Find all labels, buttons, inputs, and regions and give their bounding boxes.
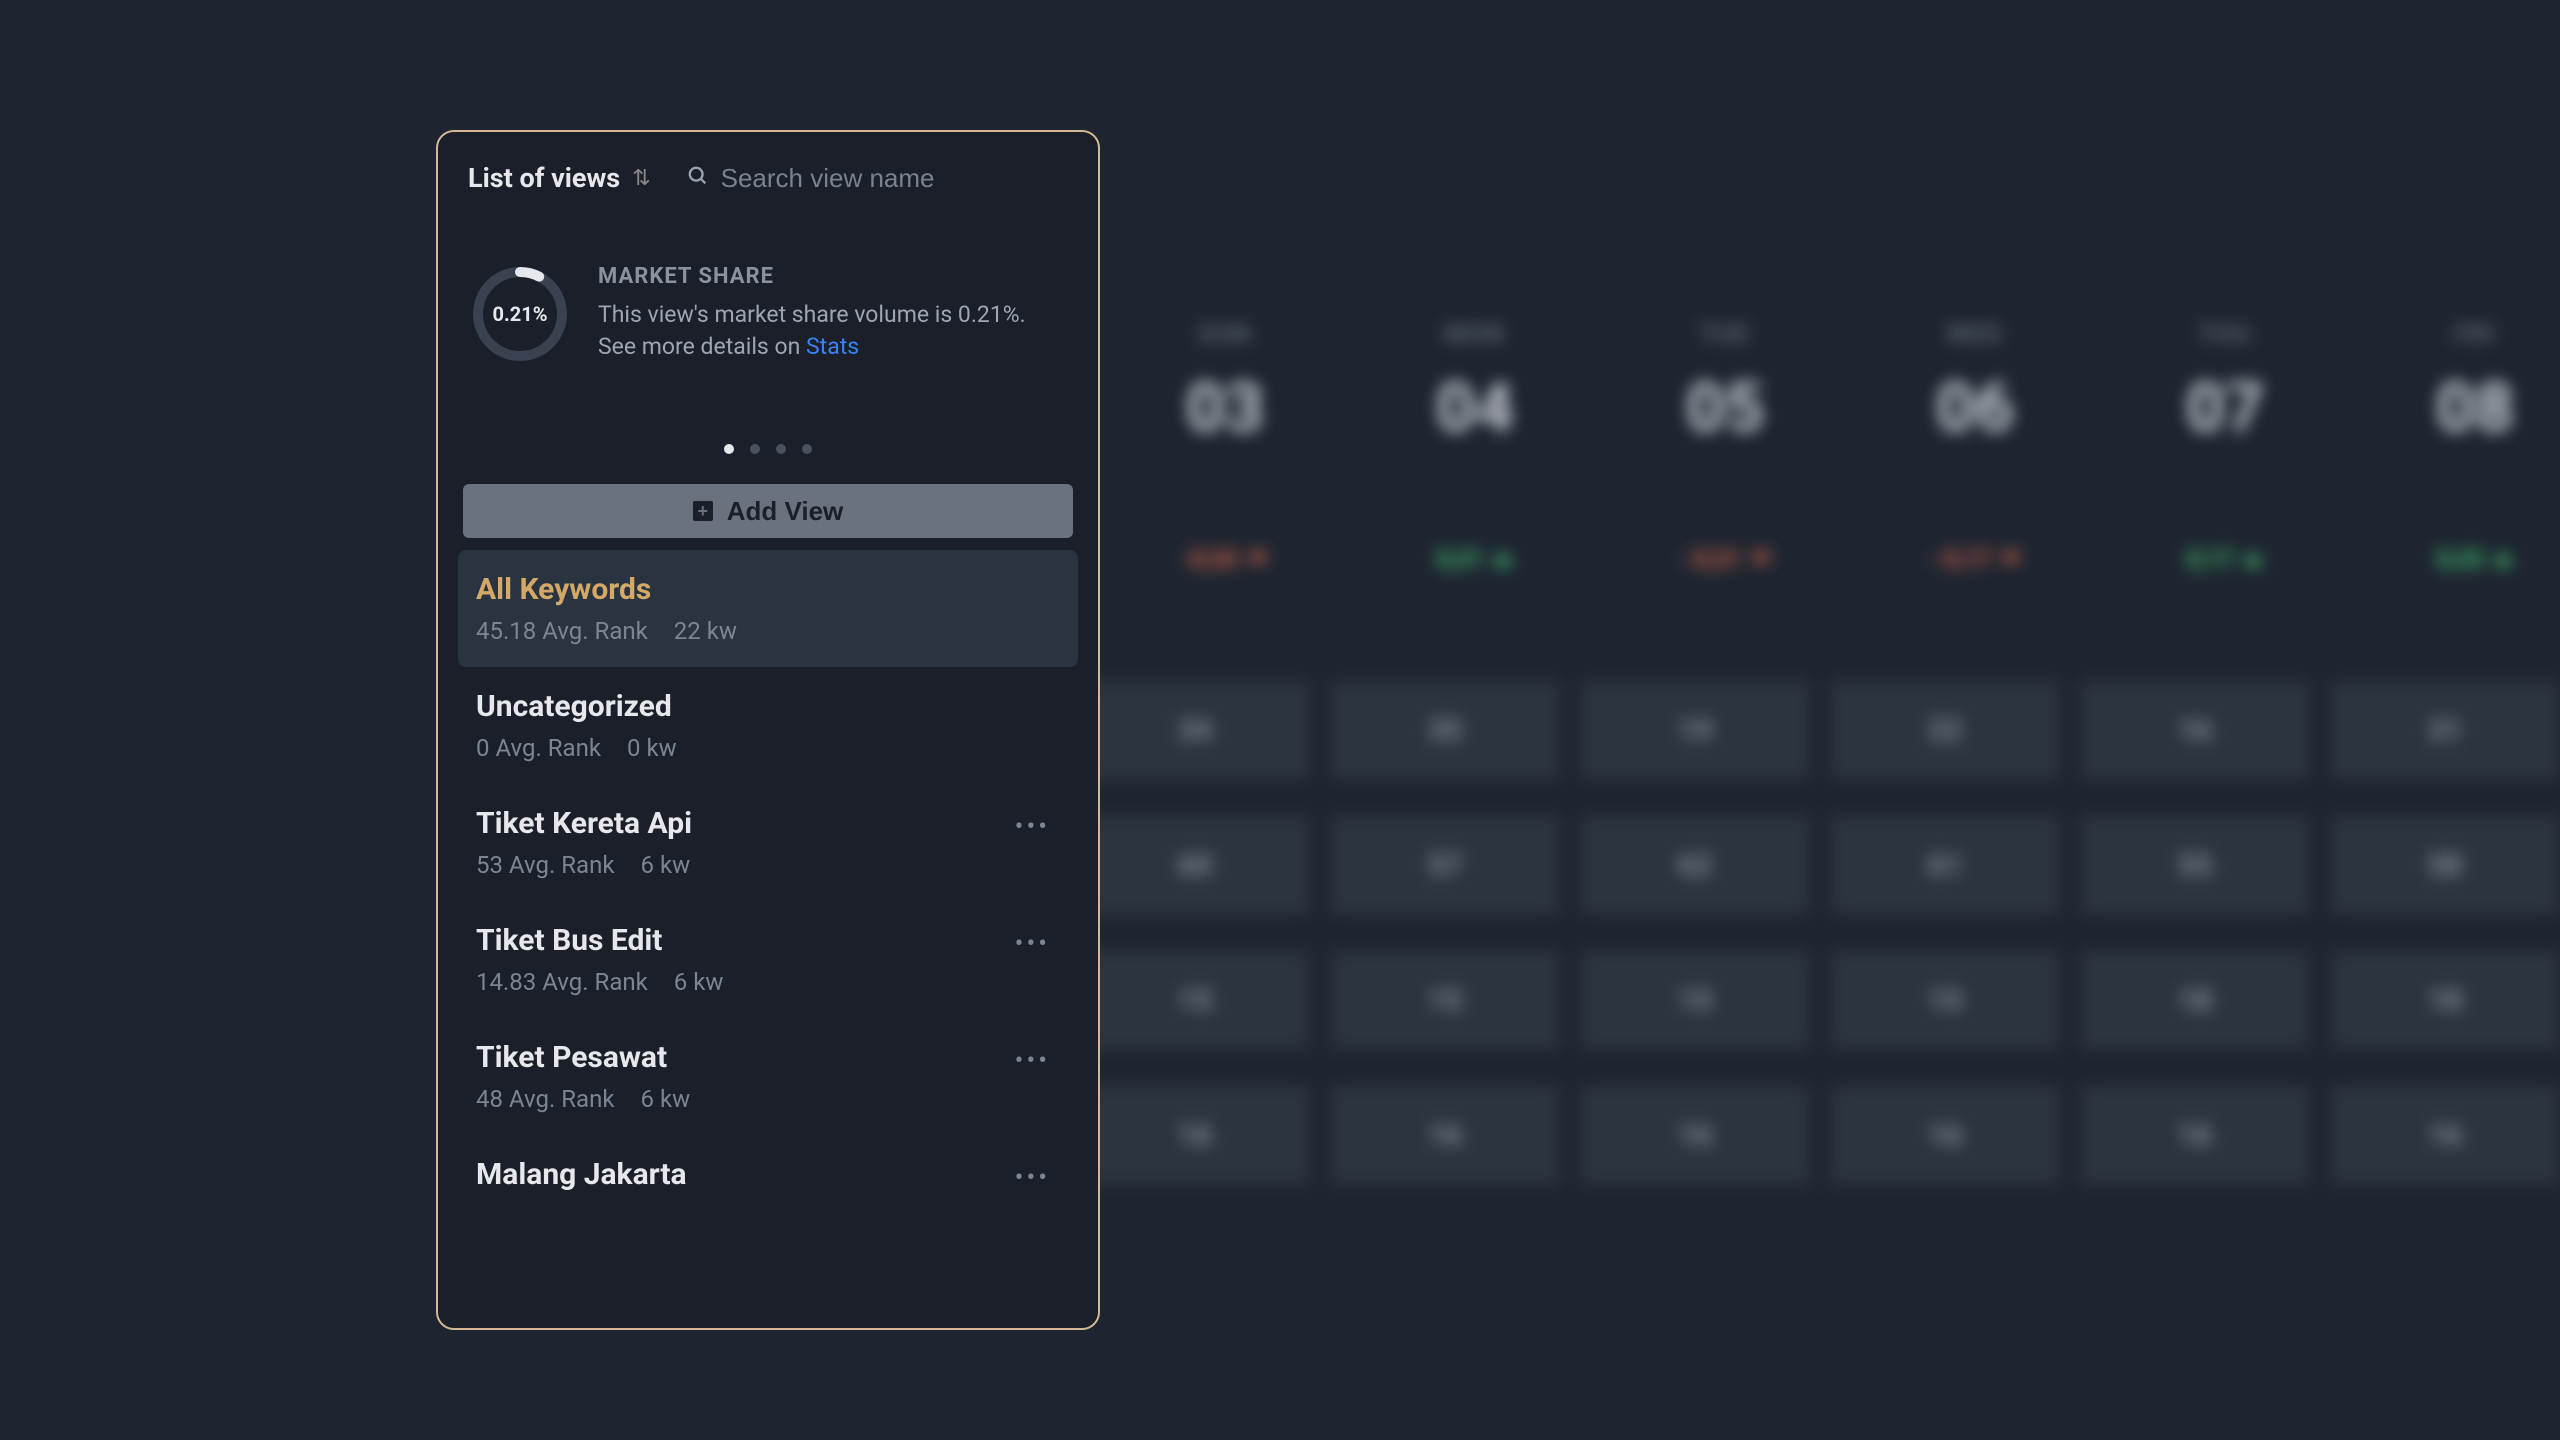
market-share-title: MARKET SHARE — [598, 264, 1066, 289]
stats-link[interactable]: Stats — [806, 333, 859, 360]
calendar-day: MON04 — [1350, 320, 1600, 448]
view-item[interactable]: Tiket Pesawat 48 Avg. Rank6 kw ••• — [458, 1018, 1078, 1135]
calendar-cell[interactable]: 18 — [2330, 950, 2560, 1050]
view-item[interactable]: All Keywords 45.18 Avg. Rank22 kw — [458, 550, 1078, 667]
carousel-dot[interactable] — [750, 444, 760, 454]
calendar-cell[interactable]: 22 — [1830, 680, 2060, 780]
calendar-cell[interactable]: 62 — [1580, 815, 1810, 915]
market-share-value: 0.21% — [492, 302, 547, 326]
calendar-background: SUN03MON04TUE05WED06THU07FRI08 -0,330,21… — [0, 0, 2560, 1440]
calendar-cell[interactable]: 55 — [2080, 815, 2310, 915]
view-meta: 48 Avg. Rank6 kw — [476, 1085, 1060, 1113]
calendar-cell[interactable]: 19 — [1580, 680, 1810, 780]
kebab-icon[interactable]: ••• — [1015, 812, 1050, 842]
arrow-down-icon — [2001, 553, 2021, 565]
trend-cell: 0,21 — [1350, 545, 1600, 573]
views-panel: List of views ⇅ 0.21% MARKET SHARE This … — [436, 130, 1100, 1330]
views-list: All Keywords 45.18 Avg. Rank22 kw Uncatego… — [458, 550, 1078, 1224]
view-meta: 45.18 Avg. Rank22 kw — [476, 617, 1060, 645]
view-name: All Keywords — [476, 572, 1060, 607]
arrow-up-icon — [1493, 553, 1513, 565]
calendar-cell[interactable]: 35 — [1330, 680, 1560, 780]
add-view-button[interactable]: + Add View — [463, 484, 1073, 538]
kebab-icon[interactable]: ••• — [1015, 929, 1050, 959]
view-item[interactable]: Tiket Kereta Api 53 Avg. Rank6 kw ••• — [458, 784, 1078, 901]
view-name: Tiket Pesawat — [476, 1040, 1060, 1075]
panel-header: List of views ⇅ — [458, 162, 1078, 194]
search-icon[interactable] — [687, 165, 709, 191]
calendar-cell[interactable]: 16 — [1830, 1085, 2060, 1185]
view-item[interactable]: Malang Jakarta••• — [458, 1135, 1078, 1224]
arrow-down-icon — [1248, 553, 1268, 565]
view-item[interactable]: Uncategorized 0 Avg. Rank0 kw — [458, 667, 1078, 784]
trend-cell: 0,33 — [2350, 545, 2560, 573]
search-input[interactable] — [721, 163, 1021, 194]
calendar-cell[interactable]: 18 — [2080, 950, 2310, 1050]
calendar-cell[interactable]: 15 — [1830, 950, 2060, 1050]
calendar-cell[interactable]: 15 — [1580, 950, 1810, 1050]
market-share-description: This view's market share volume is 0.21%… — [598, 299, 1066, 363]
calendar-cell[interactable]: 58 — [2330, 815, 2560, 915]
plus-icon: + — [693, 501, 713, 521]
calendar-cell[interactable]: 16 — [1580, 1085, 1810, 1185]
sort-icon[interactable]: ⇅ — [632, 166, 650, 191]
panel-title: List of views — [468, 162, 620, 194]
trend-cell: 0,17 — [2100, 545, 2350, 573]
market-share-card: 0.21% MARKET SHARE This view's market sh… — [458, 244, 1078, 384]
search-wrap — [687, 163, 1021, 194]
calendar-cell[interactable]: 16 — [2080, 1085, 2310, 1185]
trend-cell: - 0,21 — [1600, 545, 1850, 573]
view-name: Tiket Bus Edit — [476, 923, 1060, 958]
view-meta: 14.83 Avg. Rank6 kw — [476, 968, 1060, 996]
carousel-dot[interactable] — [776, 444, 786, 454]
view-meta: 53 Avg. Rank6 kw — [476, 851, 1060, 879]
calendar-cell[interactable]: 31 — [2330, 680, 2560, 780]
trend-cell: -0,33 — [1100, 545, 1350, 573]
calendar-cell[interactable]: 15 — [1080, 950, 1310, 1050]
view-name: Malang Jakarta — [476, 1157, 1060, 1192]
calendar-cell[interactable]: 16 — [2330, 1085, 2560, 1185]
calendar-cell[interactable]: 16 — [1080, 1085, 1310, 1185]
calendar-cell[interactable]: 60 — [1080, 815, 1310, 915]
arrow-up-icon — [2243, 553, 2263, 565]
market-share-donut: 0.21% — [470, 264, 570, 364]
view-meta: 0 Avg. Rank0 kw — [476, 734, 1060, 762]
calendar-day: WED06 — [1850, 320, 2100, 448]
calendar-cell[interactable]: 15 — [1330, 950, 1560, 1050]
carousel-dots — [458, 444, 1078, 454]
add-view-label: Add View — [727, 496, 844, 527]
calendar-cell[interactable]: 16 — [2080, 680, 2310, 780]
carousel-dot[interactable] — [802, 444, 812, 454]
kebab-icon[interactable]: ••• — [1015, 1163, 1050, 1193]
calendar-day: TUE05 — [1600, 320, 1850, 448]
view-name: Uncategorized — [476, 689, 1060, 724]
calendar-day: FRI08 — [2350, 320, 2560, 448]
calendar-cell[interactable]: 61 — [1830, 815, 2060, 915]
kebab-icon[interactable]: ••• — [1015, 1046, 1050, 1076]
calendar-day: SUN03 — [1100, 320, 1350, 448]
arrow-down-icon — [1751, 553, 1771, 565]
calendar-cell[interactable]: 34 — [1080, 680, 1310, 780]
calendar-cell[interactable]: 57 — [1330, 815, 1560, 915]
view-name: Tiket Kereta Api — [476, 806, 1060, 841]
carousel-dot[interactable] — [724, 444, 734, 454]
view-item[interactable]: Tiket Bus Edit 14.83 Avg. Rank6 kw ••• — [458, 901, 1078, 1018]
calendar-cell[interactable]: 16 — [1330, 1085, 1560, 1185]
arrow-up-icon — [2493, 553, 2513, 565]
calendar-day: THU07 — [2100, 320, 2350, 448]
trend-cell: - 0,17 — [1850, 545, 2100, 573]
